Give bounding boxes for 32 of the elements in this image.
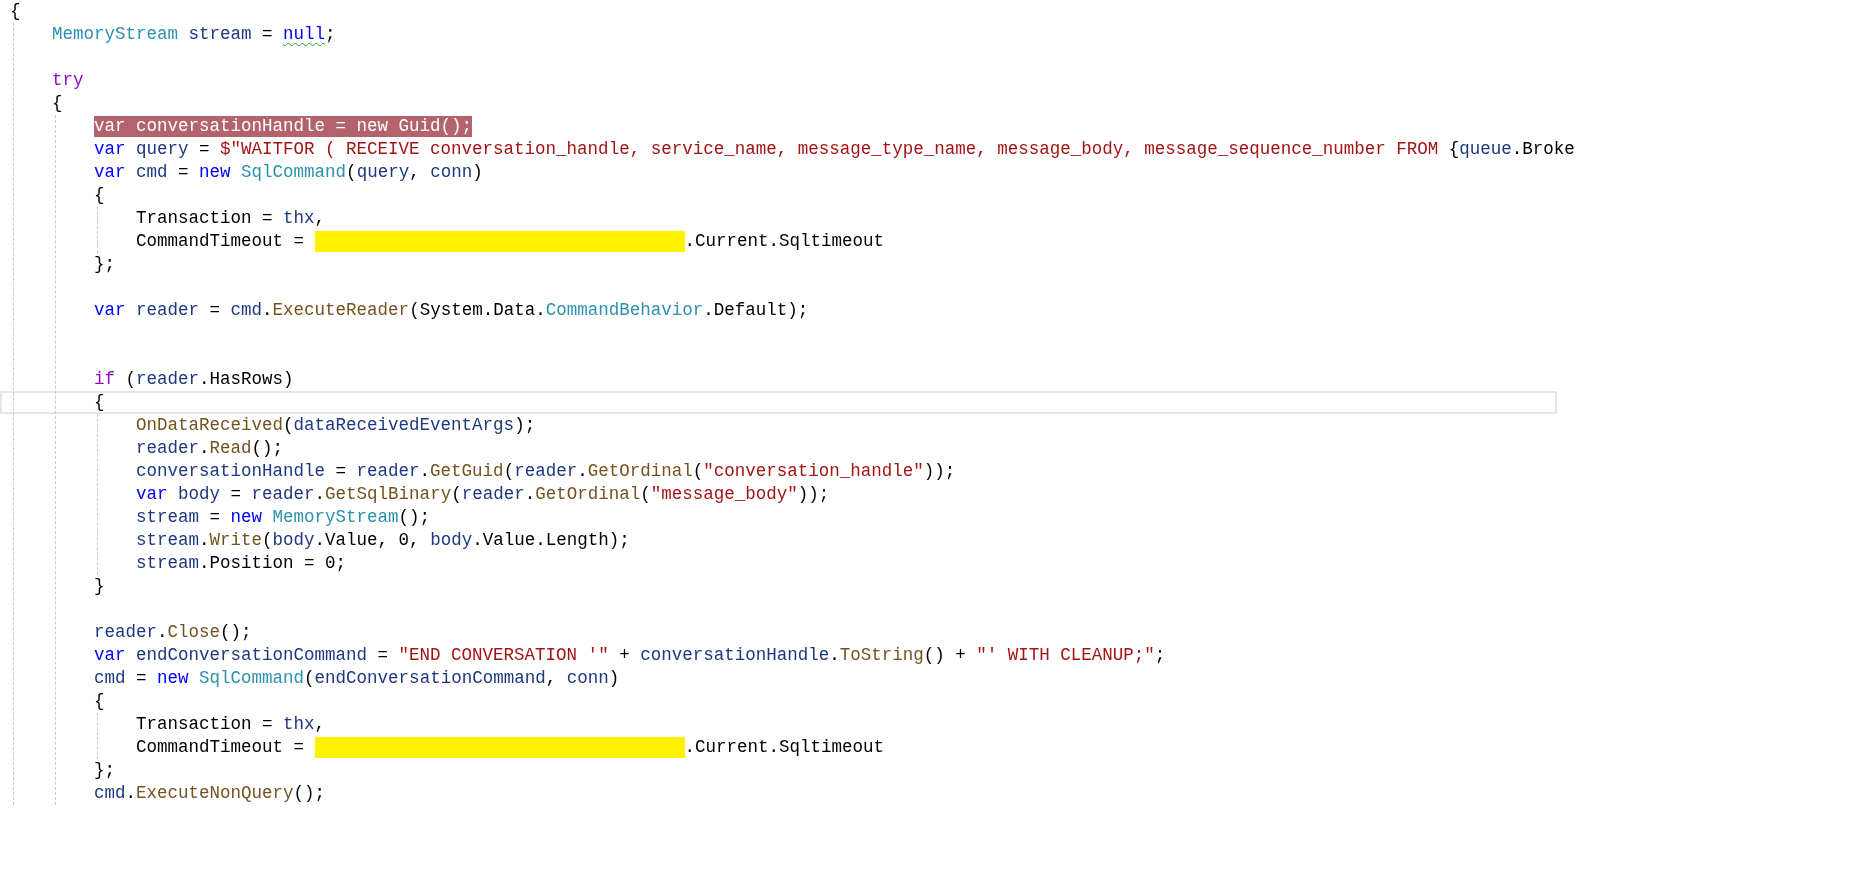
code-text: var cmd = new SqlCommand(query, conn)	[94, 162, 483, 183]
code-text: conversationHandle = reader.GetGuid(reader.GetOrdinal("conversation_handle"));	[136, 461, 956, 482]
code-text: stream.Write(body.Value, 0, body.Value.Length);	[136, 530, 630, 551]
code-text: Transaction = thx,	[136, 714, 326, 735]
code-text: cmd = new SqlCommand(endConversationCommand, conn)	[94, 668, 620, 689]
code-text: var endConversationCommand = "END CONVERSATION '" + conversationHandle.ToString() + "' WITH CLEANUP;";	[94, 645, 1166, 666]
code-text: {	[10, 1, 21, 22]
code-text: };	[94, 254, 116, 275]
code-text: {	[94, 185, 105, 206]
code-text: if (reader.HasRows)	[94, 369, 294, 390]
code-text: var query = $"WAITFOR ( RECEIVE conversation_handle, service_name, message_type_name, message_body, message_sequence_number FROM {queue.Broke	[94, 139, 1575, 160]
code-text: stream.Position = 0;	[136, 553, 347, 574]
code-text: reader.Read();	[136, 438, 284, 459]
highlighted-code-text: var conversationHandle = new Guid();	[94, 116, 473, 137]
code-text: }	[94, 576, 105, 597]
code-text: var body = reader.GetSqlBinary(reader.GetOrdinal("message_body"));	[136, 484, 830, 505]
code-text: {	[94, 691, 105, 712]
code-text: .Current.Sqltimeout	[684, 231, 885, 252]
code-text: reader.Close();	[94, 622, 252, 643]
code-text: CommandTimeout =	[136, 737, 305, 758]
code-text: MemoryStream stream = null;	[52, 24, 336, 45]
code-text: };	[94, 760, 116, 781]
code-text: stream = new MemoryStream();	[136, 507, 431, 528]
code-text: try	[52, 70, 84, 91]
code-text: Transaction = thx,	[136, 208, 326, 229]
code-text: var reader = cmd.ExecuteReader(System.Data.CommandBehavior.Default);	[94, 300, 809, 321]
code-text: cmd.ExecuteNonQuery();	[94, 783, 326, 804]
code-text: {	[94, 392, 105, 413]
code-text: .Current.Sqltimeout	[684, 737, 885, 758]
code-text: OnDataReceived(dataReceivedEventArgs);	[136, 415, 536, 436]
code-text: {	[52, 93, 63, 114]
code-text: CommandTimeout =	[136, 231, 305, 252]
